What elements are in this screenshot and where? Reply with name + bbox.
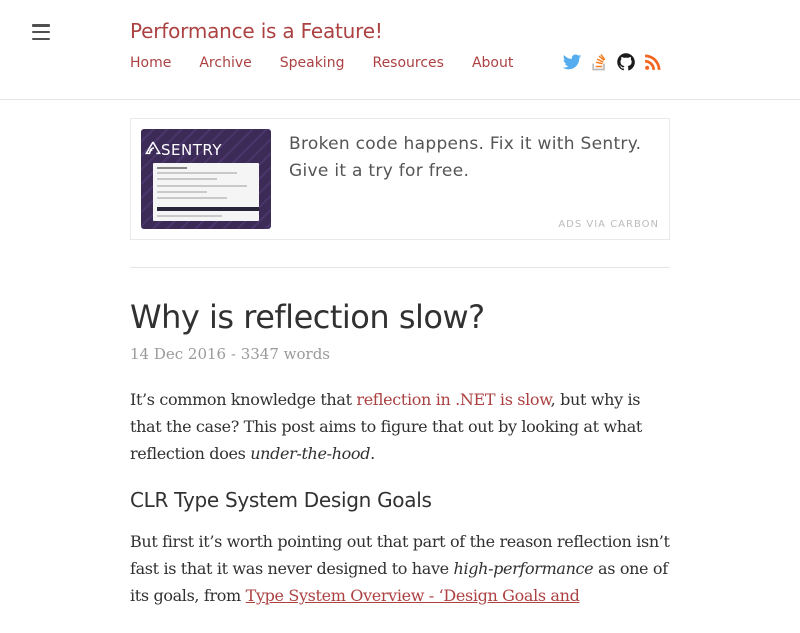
shot-line <box>157 167 187 169</box>
github-icon[interactable] <box>616 52 636 72</box>
social-links <box>562 52 663 72</box>
rss-icon[interactable] <box>643 52 663 72</box>
divider <box>130 267 670 268</box>
ad-brand: SENTRY <box>161 141 223 159</box>
stackoverflow-icon[interactable] <box>589 52 609 72</box>
twitter-icon[interactable] <box>562 52 582 72</box>
shot-line <box>157 178 217 180</box>
site-title-link[interactable]: Performance is a Feature! <box>130 19 383 43</box>
ads-via-carbon-link[interactable]: ADS VIA CARBON <box>558 219 659 230</box>
ad-image[interactable]: SENTRY <box>141 129 271 229</box>
emphasis: high-performance <box>453 559 594 578</box>
nav-home[interactable]: Home <box>130 55 171 71</box>
carbon-ad[interactable]: SENTRY Broken code happens. Fix it with … <box>130 118 670 240</box>
section-heading: CLR Type System Design Goals <box>130 488 432 512</box>
ad-text[interactable]: Broken code happens. Fix it with Sentry.… <box>289 131 661 185</box>
nav-about[interactable]: About <box>472 55 513 71</box>
ad-screenshot <box>153 163 259 221</box>
shot-line <box>157 185 247 187</box>
text: It’s common knowledge that <box>130 390 357 409</box>
body-paragraph: But first it’s worth pointing out that p… <box>130 528 670 609</box>
post-meta: 14 Dec 2016 - 3347 words <box>130 345 330 363</box>
shot-highlight <box>157 207 259 211</box>
type-system-overview-link[interactable]: Type System Overview - ‘Design Goals and <box>246 586 580 605</box>
text: . <box>370 444 375 463</box>
intro-paragraph: It’s common knowledge that reflection in… <box>130 386 670 467</box>
emphasis: under-the-hood <box>250 444 371 463</box>
shot-line <box>157 191 207 193</box>
masthead: Performance is a Feature! Home Archive S… <box>0 0 800 100</box>
nav-archive[interactable]: Archive <box>199 55 251 71</box>
nav-speaking[interactable]: Speaking <box>280 55 345 71</box>
nav-resources[interactable]: Resources <box>372 55 444 71</box>
post-title: Why is reflection slow? <box>130 298 485 336</box>
shot-line <box>157 215 222 217</box>
reflection-link[interactable]: reflection in .NET is slow <box>356 390 551 409</box>
post-body: It’s common knowledge that reflection in… <box>130 386 670 633</box>
main-nav: Home Archive Speaking Resources About <box>130 55 513 71</box>
shot-line <box>157 172 237 174</box>
shot-line <box>157 197 227 199</box>
sentry-logo-icon <box>145 141 161 155</box>
